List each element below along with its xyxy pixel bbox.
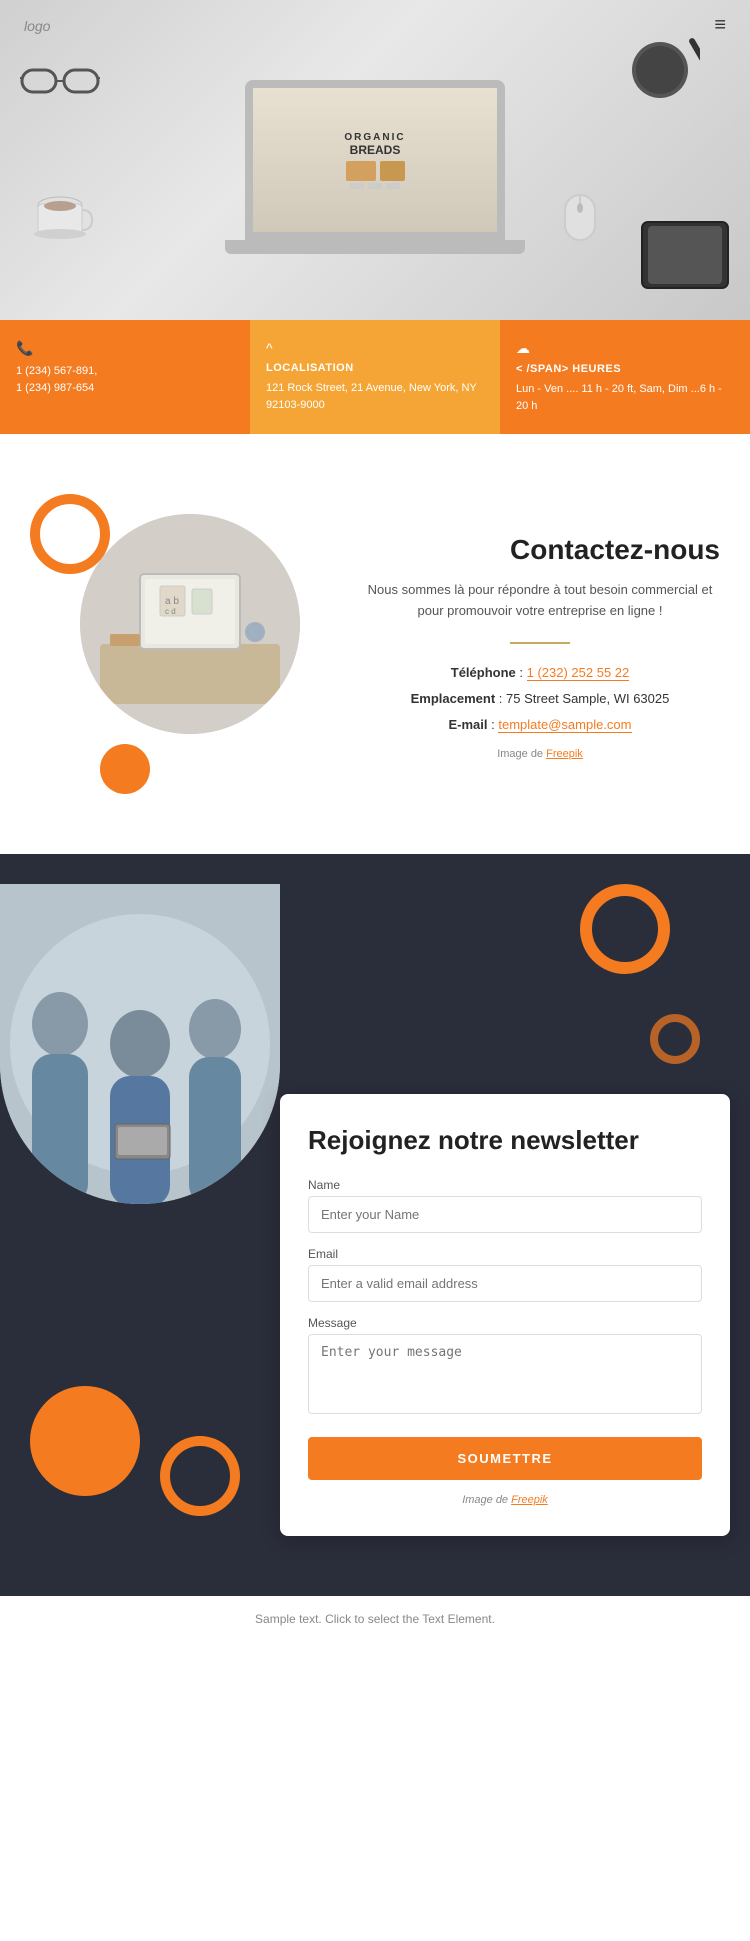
message-textarea[interactable] xyxy=(308,1334,702,1414)
footer-text: Sample text. Click to select the Text El… xyxy=(255,1612,495,1626)
nl-team-photo xyxy=(0,884,280,1204)
contact-info: Contactez-nous Nous sommes là pour répon… xyxy=(360,494,720,760)
info-cards-container: 📞 1 (234) 567-891, 1 (234) 987-654 ^ LOC… xyxy=(0,320,750,434)
mouse-decoration xyxy=(560,190,610,250)
svg-text:c d: c d xyxy=(165,607,176,616)
hamburger-icon[interactable]: ≡ xyxy=(714,14,726,37)
contact-circle-small xyxy=(100,744,150,794)
phone-text: 1 (234) 567-891, 1 (234) 987-654 xyxy=(16,363,234,396)
email-label: E-mail xyxy=(449,717,488,732)
loc-value: 75 Street Sample, WI 63025 xyxy=(506,691,669,706)
svg-text:a b: a b xyxy=(165,596,179,607)
logo: logo xyxy=(24,18,50,34)
info-card-location: ^ LOCALISATION 121 Rock Street, 21 Avenu… xyxy=(250,320,500,434)
nl-freepik-link[interactable]: Freepik xyxy=(511,1494,548,1506)
phone-link[interactable]: 1 (232) 252 55 22 xyxy=(527,665,630,681)
name-label: Name xyxy=(308,1178,702,1192)
nl-circle-ring-top xyxy=(580,884,670,974)
location-text: 121 Rock Street, 21 Avenue, New York, NY… xyxy=(266,380,484,413)
glasses-decoration xyxy=(20,60,100,100)
loc-label: Emplacement xyxy=(411,691,496,706)
phone-label: Téléphone xyxy=(451,665,516,680)
hours-text: Lun - Ven .... 11 h - 20 ft, Sam, Dim ..… xyxy=(516,381,734,414)
nl-image-credit: Image de Freepik xyxy=(308,1494,702,1506)
nl-circle-ring-bottom xyxy=(160,1436,240,1516)
hours-title: < /SPAN> HEURES xyxy=(516,363,734,375)
laptop-decoration: ORGANIC BREADS xyxy=(225,80,525,280)
image-credit-prefix: Image de xyxy=(462,1494,508,1506)
nl-form-card: Rejoignez notre newsletter Name Email Me… xyxy=(280,1094,730,1536)
location-title: LOCALISATION xyxy=(266,362,484,374)
contact-photo: a b c d xyxy=(80,514,300,734)
contact-details: Téléphone : 1 (232) 252 55 22 Emplacemen… xyxy=(360,660,720,738)
nl-circle-ring-small xyxy=(650,1014,700,1064)
footer: Sample text. Click to select the Text El… xyxy=(0,1596,750,1642)
contact-section: a b c d Contactez-nous Nous sommes là po… xyxy=(0,434,750,854)
newsletter-section: Rejoignez notre newsletter Name Email Me… xyxy=(0,854,750,1596)
info-card-phone: 📞 1 (234) 567-891, 1 (234) 987-654 xyxy=(0,320,250,434)
nl-form-title: Rejoignez notre newsletter xyxy=(308,1124,702,1158)
tablet-decoration xyxy=(640,220,730,290)
navbar: logo ≡ xyxy=(0,0,750,51)
phone-icon: 📞 xyxy=(16,340,234,357)
contact-description: Nous sommes là pour répondre à tout beso… xyxy=(360,580,720,622)
info-card-hours: ☁ < /SPAN> HEURES Lun - Ven .... 11 h - … xyxy=(500,320,750,434)
coffee-decoration xyxy=(30,190,100,260)
name-input[interactable] xyxy=(308,1196,702,1233)
freepik-link[interactable]: Freepik xyxy=(546,748,583,760)
contact-divider xyxy=(510,642,570,644)
hours-icon: ☁ xyxy=(516,340,734,357)
email-input[interactable] xyxy=(308,1265,702,1302)
email-form-label: Email xyxy=(308,1247,702,1261)
email-link[interactable]: template@sample.com xyxy=(498,717,631,733)
message-label: Message xyxy=(308,1316,702,1330)
contact-title: Contactez-nous xyxy=(360,534,720,566)
nl-circle-fill-left xyxy=(30,1386,140,1496)
location-icon: ^ xyxy=(266,340,484,356)
contact-image-credit: Image de Freepik xyxy=(360,748,720,760)
submit-button[interactable]: SOUMETTRE xyxy=(308,1437,702,1480)
